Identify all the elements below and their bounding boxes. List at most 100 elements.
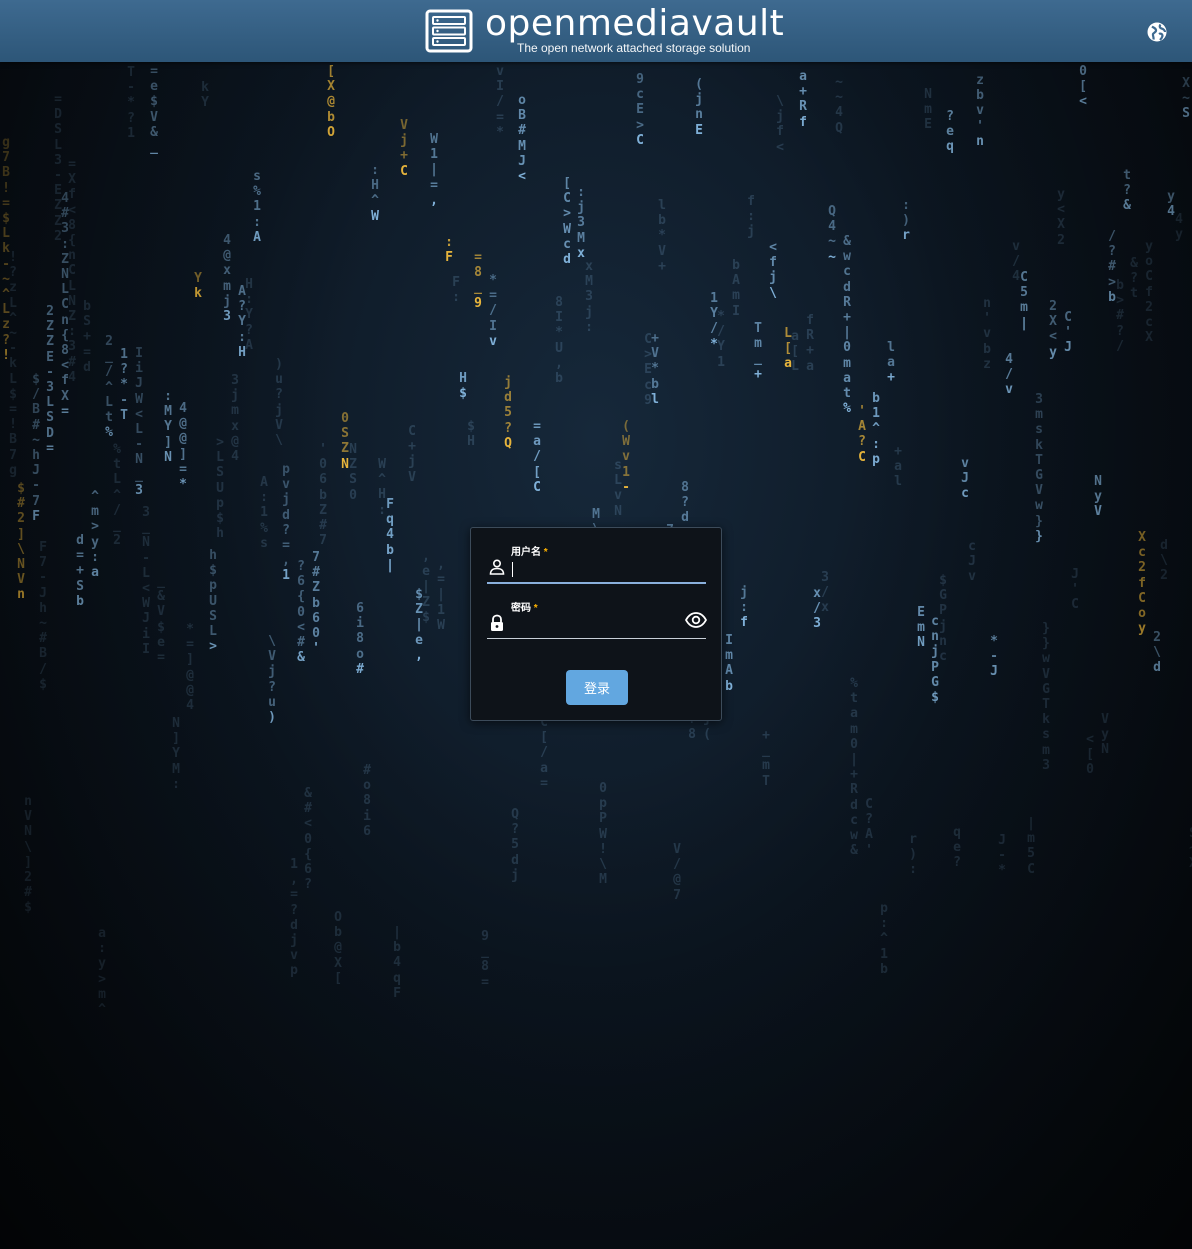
matrix-glyph: / [1012, 254, 1020, 270]
matrix-glyph: Q [828, 204, 836, 219]
matrix-glyph: 0 [341, 411, 349, 426]
matrix-glyph: ' [858, 404, 866, 419]
matrix-column-faint: n V N \] 2 # $ [22, 794, 34, 916]
matrix-glyph: r [902, 228, 910, 244]
matrix-glyph: C [400, 163, 408, 179]
matrix-glyph: / [39, 661, 47, 677]
matrix-glyph: e [422, 564, 430, 580]
matrix-column: ' A? C [856, 404, 868, 465]
matrix-glyph: = [489, 288, 497, 304]
matrix-glyph: E [924, 117, 932, 133]
matrix-glyph: | [437, 587, 445, 603]
matrix-glyph: y [98, 956, 106, 972]
matrix-glyph: < [1079, 94, 1087, 110]
matrix-glyph: Y [172, 746, 180, 762]
matrix-glyph: % [113, 442, 121, 457]
matrix-glyph: Y [164, 419, 172, 435]
matrix-column: l a + [885, 340, 897, 386]
matrix-glyph: b [319, 487, 327, 503]
matrix-glyph: j [776, 109, 784, 125]
matrix-glyph: [ [563, 176, 571, 191]
matrix-column: ImAb [723, 633, 735, 694]
globe-icon[interactable] [1145, 20, 1169, 44]
matrix-glyph: d [290, 917, 298, 933]
server-icon [425, 9, 473, 53]
matrix-glyph: / [496, 94, 504, 110]
matrix-glyph: $ [467, 419, 475, 434]
matrix-glyph: $ [2, 211, 10, 227]
matrix-glyph: 5 [511, 837, 519, 853]
matrix-glyph: = [496, 109, 504, 125]
matrix-glyph: a [799, 69, 807, 84]
text-caret [512, 562, 513, 577]
matrix-glyph: b [976, 88, 984, 104]
matrix-column-faint: f R + a [804, 313, 816, 374]
matrix-glyph: 3 [46, 380, 54, 396]
matrix-glyph: L [68, 278, 76, 294]
matrix-glyph: 2 [24, 870, 32, 886]
matrix-glyph: 6 [363, 823, 371, 839]
matrix-glyph: : [747, 209, 755, 225]
matrix-glyph: b [651, 376, 659, 392]
matrix-glyph: O [334, 910, 342, 925]
matrix-glyph: b [76, 593, 84, 609]
matrix-column-faint: l b * V + [656, 198, 668, 274]
matrix-glyph: * [990, 634, 998, 649]
matrix-glyph: ? [1108, 244, 1116, 260]
matrix-glyph: \ [769, 285, 777, 301]
matrix-column: h $ p U S L > [207, 548, 219, 654]
matrix-glyph: = [68, 157, 76, 172]
matrix-glyph: @ [334, 940, 342, 956]
matrix-glyph: V [658, 243, 666, 259]
matrix-column: z b v ' n [974, 73, 986, 149]
matrix-glyph: < [142, 581, 150, 597]
matrix-glyph: + [754, 366, 762, 382]
matrix-glyph: 3 [821, 570, 829, 585]
matrix-column-faint: J - * [996, 833, 1008, 879]
matrix-column: = 8 _ 9 [472, 250, 484, 311]
username-input[interactable] [511, 556, 679, 578]
matrix-glyph: W [371, 208, 379, 224]
username-field[interactable]: 用户名 * [487, 542, 706, 584]
matrix-glyph: : [902, 198, 910, 213]
matrix-glyph: N [135, 452, 143, 468]
matrix-glyph: = [2, 195, 10, 211]
matrix-glyph: = [61, 403, 69, 419]
matrix-glyph: | [393, 925, 401, 940]
matrix-glyph: i [363, 808, 371, 824]
matrix-glyph: : [164, 389, 172, 404]
matrix-column-faint: d \ 2 [1158, 538, 1170, 584]
eye-icon[interactable] [685, 612, 707, 628]
matrix-glyph: 2 [1049, 299, 1057, 314]
matrix-glyph: N [349, 442, 357, 457]
matrix-glyph: , [290, 872, 298, 888]
matrix-glyph: / [540, 745, 548, 761]
matrix-glyph: > [1116, 293, 1124, 309]
matrix-glyph: b [334, 925, 342, 941]
matrix-glyph: m [1020, 300, 1028, 316]
matrix-glyph: * [127, 95, 135, 111]
matrix-glyph: d [76, 533, 84, 548]
password-input[interactable] [511, 612, 679, 634]
matrix-glyph: a [533, 434, 541, 450]
login-button[interactable]: 登录 [566, 670, 628, 705]
matrix-glyph: ? [858, 434, 866, 450]
matrix-glyph: | [1027, 816, 1035, 831]
matrix-column: C ' J [1062, 310, 1074, 356]
matrix-glyph: 1 [710, 291, 718, 306]
matrix-glyph: _ [754, 351, 762, 367]
matrix-glyph: ^ [98, 1002, 106, 1018]
matrix-glyph: \ [1153, 645, 1161, 661]
matrix-glyph: & [1130, 256, 1138, 271]
password-field[interactable]: 密码 * [487, 598, 707, 639]
matrix-glyph: v [489, 333, 497, 349]
matrix-glyph: b [732, 258, 740, 273]
matrix-glyph: 2 [1160, 568, 1168, 584]
matrix-glyph: % [850, 676, 858, 691]
matrix-glyph: b [880, 961, 888, 977]
matrix-glyph: H [245, 277, 253, 292]
matrix-glyph: j [290, 933, 298, 949]
matrix-glyph: $ [216, 511, 224, 527]
matrix-glyph: N [164, 449, 172, 465]
matrix-column: 2 Z Z E -3 L S D = [44, 304, 56, 456]
